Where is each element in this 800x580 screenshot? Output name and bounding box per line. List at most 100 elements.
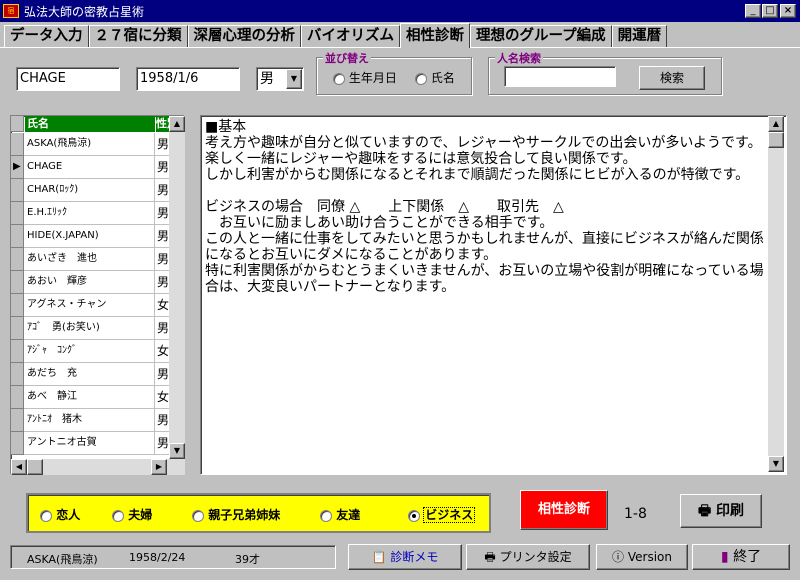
row-sex[interactable]: 男: [156, 202, 170, 225]
row-sex[interactable]: 女: [156, 340, 170, 363]
row-sex[interactable]: 女: [156, 294, 170, 317]
row-indicator[interactable]: [11, 294, 24, 317]
tab-compatibility[interactable]: 相性診断: [400, 23, 470, 48]
tab-biorhythm[interactable]: バイオリズム: [301, 25, 400, 47]
header-sex[interactable]: 性別: [156, 116, 170, 132]
row-indicator[interactable]: [11, 386, 24, 409]
row-sex[interactable]: 男: [156, 432, 170, 455]
table-row[interactable]: E.H.ｴﾘｯｸ男: [11, 202, 169, 225]
scroll-down-icon[interactable]: ▼: [768, 456, 784, 472]
radio-icon[interactable]: [112, 509, 124, 522]
dropdown-arrow-icon[interactable]: ▼: [286, 69, 302, 89]
scroll-left-icon[interactable]: ◀: [11, 459, 27, 475]
row-name[interactable]: あいざき 進也: [25, 248, 155, 271]
vertical-scrollbar[interactable]: ▲ ▼: [169, 116, 185, 459]
relation-spouse[interactable]: 夫婦: [112, 506, 152, 523]
close-button[interactable]: ×: [780, 4, 796, 18]
row-sex[interactable]: 男: [156, 156, 170, 179]
maximize-button[interactable]: □: [762, 4, 778, 18]
radio-icon[interactable]: [192, 509, 204, 522]
diagnose-button[interactable]: 相性診断: [520, 490, 608, 530]
horizontal-scrollbar[interactable]: ◀ ▶: [11, 459, 185, 475]
relation-business[interactable]: ビジネス: [408, 506, 476, 523]
radio-icon[interactable]: [415, 72, 427, 85]
row-name[interactable]: CHAR(ﾛｯｸ): [25, 179, 155, 202]
sex-select[interactable]: 男 ▼: [256, 67, 304, 91]
row-indicator[interactable]: [11, 363, 24, 386]
row-indicator[interactable]: [11, 202, 24, 225]
row-sex[interactable]: 男: [156, 225, 170, 248]
table-row[interactable]: HIDE(X.JAPAN) 男: [11, 225, 169, 248]
row-indicator[interactable]: [11, 409, 24, 432]
row-indicator[interactable]: [11, 133, 24, 156]
relation-family[interactable]: 親子兄弟姉妹: [192, 506, 280, 523]
table-row[interactable]: あおい 輝彦男: [11, 271, 169, 294]
scroll-up-icon[interactable]: ▲: [768, 116, 784, 132]
row-sex[interactable]: 男: [156, 271, 170, 294]
row-indicator[interactable]: [11, 179, 24, 202]
table-row[interactable]: ▶ CHAGE 男: [11, 156, 169, 179]
row-indicator[interactable]: [11, 225, 24, 248]
exit-button[interactable]: ▮ 終了: [692, 544, 790, 570]
tab-ideal-group[interactable]: 理想のグループ編成: [470, 25, 612, 47]
relation-friend[interactable]: 友達: [320, 506, 360, 523]
app-icon[interactable]: 宿: [3, 4, 19, 18]
sort-by-birthdate[interactable]: 生年月日: [333, 69, 397, 86]
row-name[interactable]: ｱｺﾞ 勇(お笑い): [25, 317, 155, 340]
tab-fortune-calendar[interactable]: 開運暦: [611, 25, 668, 47]
version-button[interactable]: ⓘ Version: [596, 544, 688, 570]
table-row[interactable]: あだち 充男: [11, 363, 169, 386]
row-name[interactable]: E.H.ｴﾘｯｸ: [25, 202, 155, 225]
row-name[interactable]: CHAGE: [25, 156, 155, 179]
diagnosis-memo-button[interactable]: 📋 診断メモ: [348, 544, 462, 570]
radio-icon[interactable]: [333, 72, 345, 85]
table-row[interactable]: ASKA(飛鳥涼) 男: [11, 133, 169, 156]
row-name[interactable]: あべ 静江: [25, 386, 155, 409]
row-indicator[interactable]: [11, 271, 24, 294]
row-sex[interactable]: 男: [156, 179, 170, 202]
search-button[interactable]: 検索: [639, 66, 705, 90]
row-indicator[interactable]: [11, 248, 24, 271]
row-sex[interactable]: 男: [156, 133, 170, 156]
row-name[interactable]: ｱﾝﾄﾆｵ 猪木: [25, 409, 155, 432]
row-indicator[interactable]: [11, 432, 24, 455]
table-row[interactable]: ｱｺﾞ 勇(お笑い) 男: [11, 317, 169, 340]
result-scrollbar[interactable]: ▲ ▼: [768, 116, 784, 472]
header-name[interactable]: 氏名: [25, 116, 155, 132]
table-row[interactable]: あべ 静江女: [11, 386, 169, 409]
minimize-button[interactable]: _: [745, 4, 761, 18]
scroll-right-icon[interactable]: ▶: [151, 459, 167, 475]
row-name[interactable]: HIDE(X.JAPAN): [25, 225, 155, 248]
name-list-grid[interactable]: 氏名 性別 ASKA(飛鳥涼)男▶CHAGE男CHAR(ﾛｯｸ)男E.H.ｴﾘｯ…: [10, 115, 185, 475]
row-name[interactable]: ASKA(飛鳥涼): [25, 133, 155, 156]
radio-icon[interactable]: [40, 509, 52, 522]
print-button[interactable]: 🖶 印刷: [680, 494, 762, 528]
table-row[interactable]: ｱｼﾞｬ ｺﾝｸﾞ女: [11, 340, 169, 363]
relation-lover[interactable]: 恋人: [40, 506, 80, 523]
scroll-down-icon[interactable]: ▼: [169, 443, 185, 459]
table-row[interactable]: CHAR(ﾛｯｸ) 男: [11, 179, 169, 202]
row-sex[interactable]: 男: [156, 248, 170, 271]
row-sex[interactable]: 男: [156, 317, 170, 340]
row-indicator[interactable]: [11, 340, 24, 363]
tab-27-mansions[interactable]: ２７宿に分類: [88, 25, 188, 47]
table-row[interactable]: ｱﾝﾄﾆｵ 猪木男: [11, 409, 169, 432]
row-name[interactable]: アントニオ古賀: [25, 432, 155, 455]
row-indicator[interactable]: [11, 317, 24, 340]
table-row[interactable]: アントニオ古賀男: [11, 432, 169, 455]
row-name[interactable]: ｱｼﾞｬ ｺﾝｸﾞ: [25, 340, 155, 363]
row-sex[interactable]: 男: [156, 409, 170, 432]
sort-by-name[interactable]: 氏名: [415, 69, 455, 86]
tab-data-input[interactable]: データ入力: [4, 25, 89, 47]
printer-settings-button[interactable]: 🖶 プリンタ設定: [466, 544, 590, 570]
row-name[interactable]: あだち 充: [25, 363, 155, 386]
birthdate-field[interactable]: 1958/1/6: [136, 67, 240, 91]
radio-icon[interactable]: [408, 509, 420, 522]
row-name[interactable]: アグネス・チャン: [25, 294, 155, 317]
result-text-area[interactable]: ■基本 考え方や趣味が自分と似ていますので、レジャーやサークルでの出会いが多いよ…: [200, 115, 787, 475]
tab-deep-psychology[interactable]: 深層心理の分析: [187, 25, 301, 47]
radio-icon[interactable]: [320, 509, 332, 522]
scroll-thumb[interactable]: [27, 459, 43, 475]
row-indicator[interactable]: ▶: [11, 156, 24, 179]
row-sex[interactable]: 女: [156, 386, 170, 409]
